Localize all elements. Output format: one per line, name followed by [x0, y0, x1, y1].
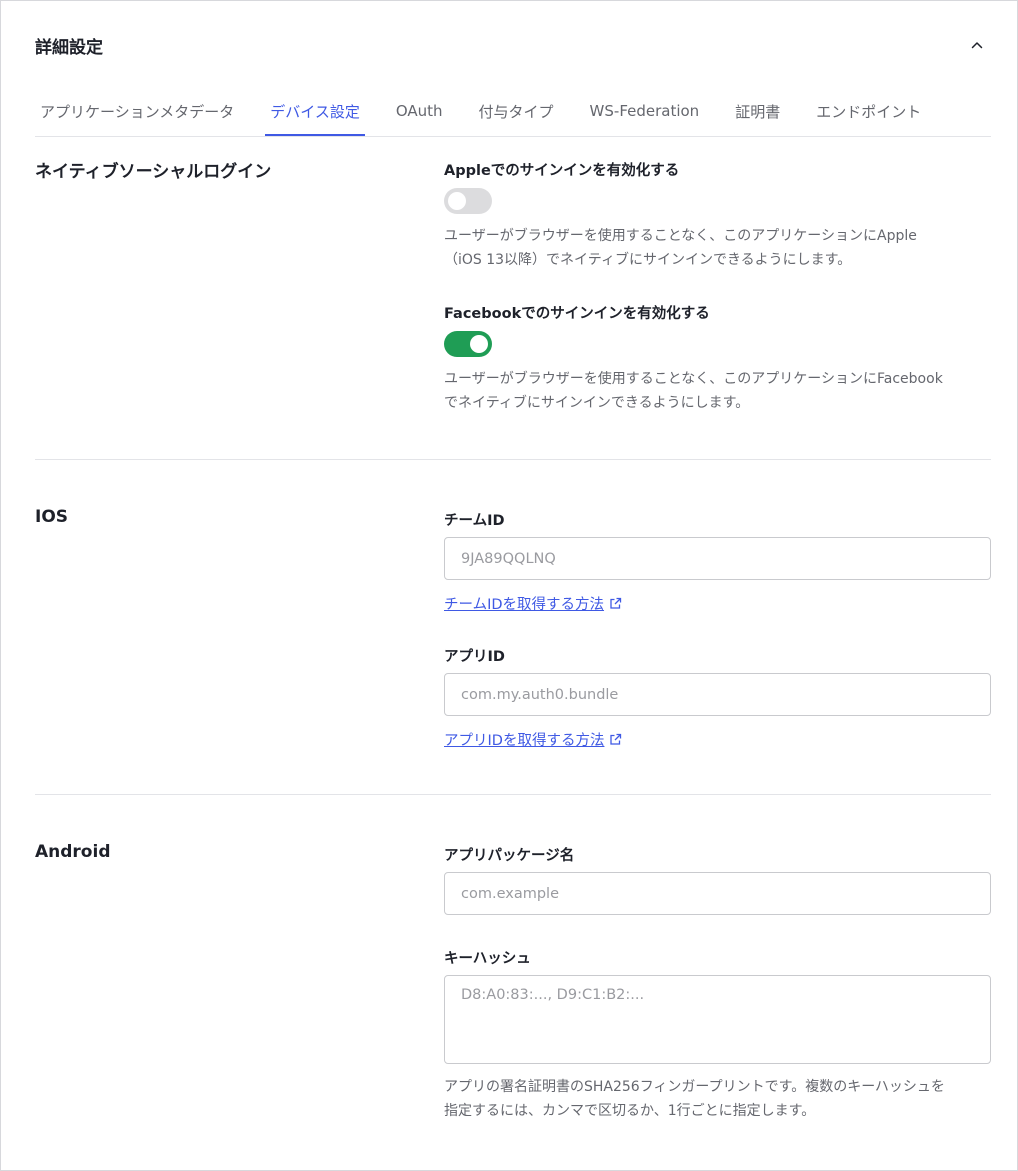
- panel-title: 詳細設定: [35, 37, 103, 58]
- apple-signin-label: Appleでのサインインを有効化する: [444, 163, 680, 179]
- key-hash-textarea[interactable]: [444, 975, 991, 1064]
- team-id-help-link-text: チームIDを取得する方法: [444, 597, 605, 613]
- settings-tabs: アプリケーションメタデータ デバイス設定 OAuth 付与タイプ WS-Fede…: [35, 89, 991, 137]
- tab-grant-types[interactable]: 付与タイプ: [474, 89, 559, 135]
- tab-device-settings[interactable]: デバイス設定: [265, 89, 365, 136]
- tab-certificates[interactable]: 証明書: [730, 89, 785, 135]
- team-id-label: チームID: [444, 513, 505, 529]
- app-id-input[interactable]: [444, 673, 991, 716]
- toggle-knob: [448, 192, 466, 210]
- android-section: Android アプリパッケージ名 キーハッシュ アプリの署名証明書のSHA25…: [35, 842, 991, 1132]
- chevron-up-icon: [971, 42, 983, 49]
- key-hash-help: アプリの署名証明書のSHA256フィンガープリントです。複数のキーハッシュを 指…: [444, 1075, 1004, 1123]
- advanced-settings-panel: 詳細設定 アプリケーションメタデータ デバイス設定 OAuth 付与タイプ WS…: [0, 0, 1018, 1171]
- app-id-help-link-text: アプリIDを取得する方法: [444, 733, 605, 749]
- package-name-input[interactable]: [444, 872, 991, 915]
- section-title-social: ネイティブソーシャルログイン: [35, 162, 272, 182]
- help-line: ユーザーがブラウザーを使用することなく、このアプリケーションにFacebook: [444, 371, 943, 387]
- ios-section: IOS チームID チームIDを取得する方法 アプリID アプリIDを取得する方…: [35, 507, 991, 757]
- package-name-label: アプリパッケージ名: [444, 848, 575, 864]
- section-title-android: Android: [35, 842, 111, 862]
- native-social-login-section: ネイティブソーシャルログイン Appleでのサインインを有効化する ユーザーがブ…: [35, 157, 991, 427]
- panel-header: 詳細設定: [35, 31, 989, 59]
- toggle-knob: [470, 335, 488, 353]
- team-id-help-link[interactable]: チームIDを取得する方法: [444, 593, 622, 614]
- section-divider: [35, 459, 991, 460]
- apple-signin-toggle[interactable]: [444, 188, 492, 214]
- tab-oauth[interactable]: OAuth: [391, 89, 448, 135]
- external-link-icon: [610, 733, 622, 745]
- help-line: アプリの署名証明書のSHA256フィンガープリントです。複数のキーハッシュを: [444, 1079, 945, 1095]
- help-line: 指定するには、カンマで区切るか、1行ごとに指定します。: [444, 1103, 816, 1119]
- app-id-help-link[interactable]: アプリIDを取得する方法: [444, 729, 622, 750]
- app-id-label: アプリID: [444, 649, 505, 665]
- facebook-signin-label: Facebookでのサインインを有効化する: [444, 306, 710, 322]
- tab-application-metadata[interactable]: アプリケーションメタデータ: [35, 89, 239, 135]
- help-line: （iOS 13以降）でネイティブにサインインできるようにします。: [444, 252, 852, 268]
- help-line: ユーザーがブラウザーを使用することなく、このアプリケーションにApple: [444, 228, 917, 244]
- facebook-signin-toggle[interactable]: [444, 331, 492, 357]
- team-id-input[interactable]: [444, 537, 991, 580]
- tab-endpoints[interactable]: エンドポイント: [811, 89, 926, 135]
- help-line: でネイティブにサインインできるようにします。: [444, 395, 750, 411]
- facebook-signin-help: ユーザーがブラウザーを使用することなく、このアプリケーションにFacebook …: [444, 367, 1004, 415]
- key-hash-label: キーハッシュ: [444, 951, 531, 967]
- external-link-icon: [610, 597, 622, 609]
- section-title-ios: IOS: [35, 507, 69, 527]
- section-divider: [35, 794, 991, 795]
- apple-signin-help: ユーザーがブラウザーを使用することなく、このアプリケーションにApple （iO…: [444, 224, 1004, 272]
- collapse-button[interactable]: [965, 33, 989, 57]
- tab-ws-federation[interactable]: WS-Federation: [585, 89, 705, 135]
